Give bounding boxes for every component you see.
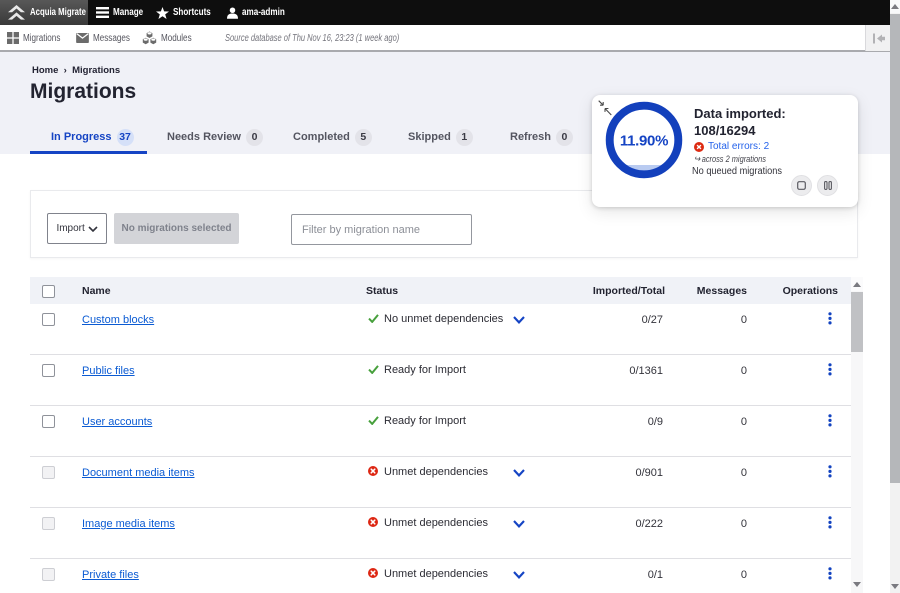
svg-text:11.90%: 11.90%	[620, 133, 668, 150]
